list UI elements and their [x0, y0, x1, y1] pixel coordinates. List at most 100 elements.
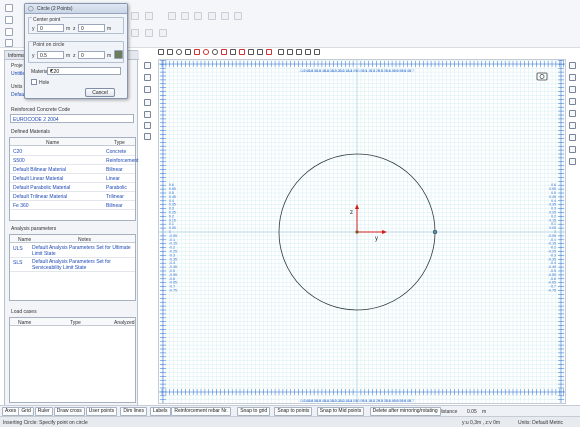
tool-d-icon[interactable] [208, 12, 216, 20]
toggle-button-9[interactable]: Snap to points [274, 407, 313, 416]
cancel-button[interactable]: Cancel [85, 88, 115, 97]
rebar-circle-icon[interactable] [239, 49, 245, 55]
table-cell: C20 [13, 149, 23, 155]
dialog-titlebar[interactable]: ◯ Circle (2 Points) [25, 4, 127, 14]
toggle-button-5[interactable]: Dim lines [120, 407, 147, 416]
redo-icon[interactable] [145, 12, 153, 20]
zoom-in-icon[interactable] [144, 99, 151, 106]
table-row[interactable]: ULS Default Analysis Parameters Set for U… [10, 244, 135, 258]
layer-icon[interactable] [569, 62, 576, 69]
polyline-icon[interactable] [158, 49, 164, 55]
section-icon[interactable] [569, 86, 576, 93]
on-circle-z-input[interactable]: 0 [78, 51, 105, 59]
table-row[interactable]: Default Bilinear Material Bilinear [10, 165, 135, 174]
move-icon[interactable] [278, 49, 284, 55]
cancel-label: Cancel [92, 90, 108, 96]
circle-2pt-icon[interactable] [203, 49, 209, 55]
rebar-line-icon[interactable] [230, 49, 236, 55]
table-row[interactable]: S500 Reinforcement [10, 156, 139, 165]
toggle-button-2[interactable]: Ruler [34, 407, 53, 416]
code-field[interactable]: EUROCODE 2 2004 [10, 114, 134, 123]
trash-icon[interactable] [569, 122, 576, 129]
grid-distance-value[interactable]: 0.05 [467, 409, 477, 415]
report-icon[interactable] [569, 158, 576, 165]
toggle-button-8[interactable]: Snap to grid [237, 407, 271, 416]
dimension-icon[interactable] [257, 49, 263, 55]
center-point-group: Center point y 0 m z 0 m [28, 17, 124, 34]
toggle-button-6[interactable]: Labels [149, 407, 171, 416]
tool-g-icon[interactable] [131, 29, 139, 37]
tool-f-icon[interactable] [234, 12, 242, 20]
properties-icon[interactable] [569, 74, 576, 81]
toggle-button-10[interactable]: Snap to Mid points [316, 407, 365, 416]
delete-icon[interactable] [266, 49, 272, 55]
rebar-arc-icon[interactable] [248, 49, 254, 55]
drawing-canvas[interactable]: -0.7 -0.7 -0.65 -0.65 -0.6 -0.6 -0.55 -0.55 -0.5… [158, 59, 566, 404]
toggle-button-1[interactable]: Grid [18, 407, 34, 416]
rebar-icon[interactable] [221, 49, 227, 55]
new-file-icon[interactable] [5, 4, 13, 12]
calc-icon[interactable] [569, 110, 576, 117]
hole-label: Hole [39, 80, 50, 86]
table-cell: Fe 360 [13, 203, 29, 209]
rectangle-icon[interactable] [167, 49, 173, 55]
table-row[interactable]: C20 Concrete [10, 147, 135, 156]
pan-icon[interactable] [144, 86, 151, 93]
zoom-extents-icon[interactable] [144, 133, 151, 140]
analysis-header-notes: Notes [78, 237, 92, 243]
loads-header-name: Name [18, 320, 32, 326]
table-cell: Linear [106, 176, 120, 182]
canvas-graphics[interactable]: -0.7-0.7-0.65-0.65-0.6-0.6-0.55-0.55-0.5… [159, 60, 566, 404]
pointer-icon[interactable] [144, 74, 151, 81]
text-icon[interactable] [569, 98, 576, 105]
mirror-icon[interactable] [305, 49, 311, 55]
rotate-icon[interactable] [296, 49, 302, 55]
curve-tool-icon[interactable] [569, 146, 576, 153]
scale-icon[interactable] [314, 49, 320, 55]
toggle-button-0[interactable]: Axes [2, 407, 20, 416]
zoom-out-icon[interactable] [144, 111, 151, 118]
code-label: Reinforced Concrete Code [11, 107, 71, 113]
pick-point-icon[interactable] [114, 50, 123, 59]
select-icon[interactable] [144, 62, 151, 69]
on-circle-z-label: z [73, 53, 76, 59]
table-cell: Bilinear [106, 203, 123, 209]
toggle-button-3[interactable]: Draw cross [53, 407, 85, 416]
toggle-button-11[interactable]: Delete after mirroring/rotating [369, 407, 441, 416]
arc-icon[interactable] [194, 49, 200, 55]
toggle-button-7[interactable]: Reinforcement rebar Nr. [171, 407, 231, 416]
tool-b-icon[interactable] [181, 12, 189, 20]
tool-i-icon[interactable] [159, 29, 167, 37]
table-row[interactable]: Default Linear Material Linear [10, 174, 135, 183]
code-value: EUROCODE 2 2004 [13, 117, 59, 123]
materials-title: Defined Materials [11, 129, 50, 135]
undo-icon[interactable] [131, 12, 139, 20]
table-row[interactable]: Default Parabolic Material Parabolic [10, 183, 135, 192]
circle-center-icon[interactable] [176, 49, 182, 55]
center-y-input[interactable]: 0 [37, 24, 64, 32]
center-point-label: Center point [32, 17, 62, 23]
table-row[interactable]: SLS Default Analysis Parameters Set for S… [10, 258, 135, 272]
line-tool-icon[interactable] [569, 134, 576, 141]
save-icon[interactable] [5, 16, 13, 24]
table-cell: ULS [13, 246, 23, 252]
tool-h-icon[interactable] [145, 29, 153, 37]
tool-e-icon[interactable] [221, 12, 229, 20]
material-select[interactable]: C20 ▾ [47, 67, 121, 75]
center-z-input[interactable]: 0 [78, 24, 105, 32]
tool-a-icon[interactable] [168, 12, 176, 20]
copy-icon[interactable] [287, 49, 293, 55]
circle-3pt-icon[interactable] [212, 49, 218, 55]
hole-checkbox[interactable] [31, 79, 37, 85]
table-row[interactable]: Default Trilinear Material Trilinear [10, 192, 135, 201]
on-circle-y-input[interactable]: 0.5 [37, 51, 64, 59]
table-row[interactable]: Fe 360 Bilinear [10, 201, 135, 210]
zoom-window-icon[interactable] [144, 122, 151, 129]
toggle-button-4[interactable]: User points [85, 407, 118, 416]
print-icon[interactable] [5, 39, 13, 47]
camera-icon[interactable] [536, 72, 548, 81]
polygon-icon[interactable] [185, 49, 191, 55]
tool-c-icon[interactable] [194, 12, 202, 20]
open-icon[interactable] [5, 28, 13, 36]
circle-tool-icon: ◯ [28, 6, 34, 12]
